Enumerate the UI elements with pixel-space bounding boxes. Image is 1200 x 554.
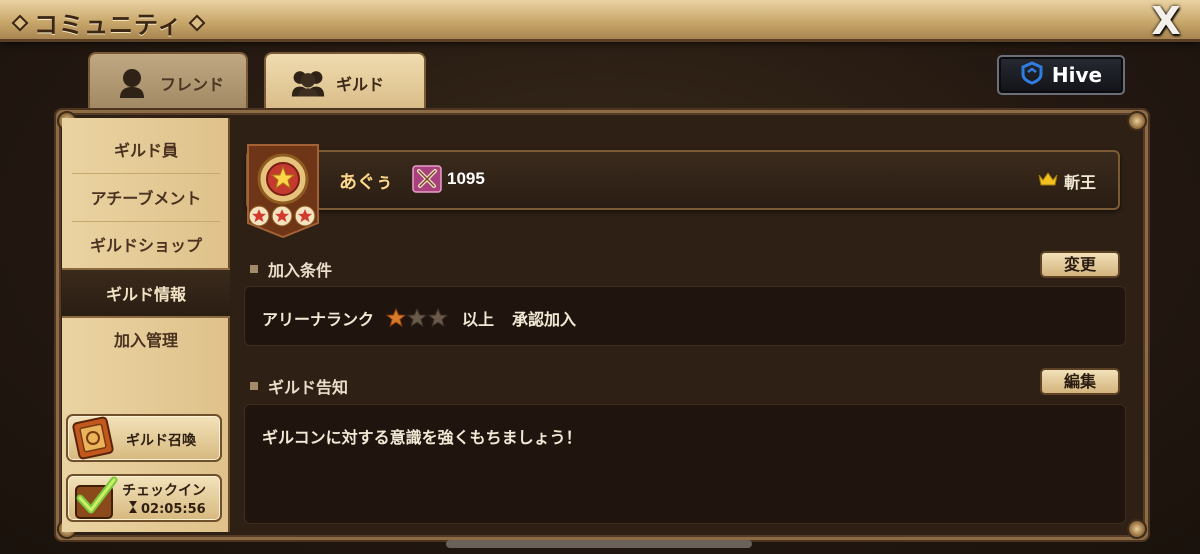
rank-star-empty-icon: [407, 308, 428, 328]
hive-button[interactable]: Hive: [997, 55, 1125, 95]
emblem-stars: [248, 205, 316, 227]
guild-name: あぐぅ: [339, 172, 393, 193]
rank-star-filled-icon: [386, 308, 407, 328]
title-bar: コミュニティ X: [0, 0, 1200, 42]
guild-emblem-star-icon[interactable]: [246, 143, 320, 239]
frame-corner-rivet-icon: [1127, 111, 1147, 131]
title-diamond-icon: [188, 14, 206, 31]
tab-guild[interactable]: ギルド: [264, 52, 426, 112]
tab-friend[interactable]: フレンド: [88, 52, 248, 112]
checkin-timer-value: 02:05:56: [141, 501, 206, 517]
guild-leader-name: 斬王: [1064, 173, 1097, 192]
join-conditions-heading: 加入条件: [250, 257, 332, 281]
guild-summon-button[interactable]: ギルド召喚: [66, 414, 222, 462]
emblem-star-icon: [248, 205, 270, 227]
crossed-swords-icon: [412, 165, 442, 193]
summon-scroll-icon: [70, 412, 120, 464]
window-title-group: コミュニティ: [11, 5, 206, 40]
edit-notice-button[interactable]: 編集: [1040, 368, 1120, 395]
person-icon: [114, 66, 150, 100]
rank-qualifier: 以上: [462, 310, 495, 329]
sidebar-item-guild-info[interactable]: ギルド情報: [62, 268, 230, 318]
arena-rank-label: アリーナランク: [262, 310, 375, 329]
hive-label: Hive: [1051, 63, 1103, 87]
guild-notice-heading: ギルド告知: [250, 374, 348, 398]
guild-notice-heading-label: ギルド告知: [268, 378, 349, 397]
window-title: コミュニティ: [34, 11, 183, 39]
guild-notice-text: ギルコンに対する意識を強くもちましょう！: [262, 428, 582, 447]
tab-guild-label: ギルド: [336, 75, 385, 94]
bullet-square-icon: [250, 265, 258, 273]
sidebar: ギルド員 アチーブメント ギルドショップ ギルド情報 加入管理: [62, 118, 230, 532]
checkmark-icon: [70, 472, 120, 524]
checkin-timer: 02:05:56: [128, 500, 206, 518]
join-conditions-row: アリーナランク 以上 承認加入: [262, 306, 576, 330]
rank-star-empty-icon: [428, 308, 449, 328]
frame-corner-rivet-icon: [1127, 519, 1147, 539]
close-button[interactable]: X: [1146, 2, 1186, 40]
tab-friend-label: フレンド: [160, 75, 225, 94]
sidebar-item-guild-shop[interactable]: ギルドショップ: [62, 221, 230, 267]
checkin-button[interactable]: チェックイン 02:05:56: [66, 474, 222, 522]
approval-type: 承認加入: [512, 310, 577, 329]
sidebar-item-join-management[interactable]: 加入管理: [62, 316, 230, 362]
crown-icon: [1038, 171, 1058, 187]
title-diamond-icon: [11, 14, 29, 31]
arena-rank-stars: [386, 308, 449, 328]
emblem-star-icon: [271, 205, 293, 227]
emblem-star-icon: [294, 205, 316, 227]
sidebar-item-guild-members[interactable]: ギルド員: [62, 126, 230, 172]
join-conditions-heading-label: 加入条件: [268, 261, 333, 280]
change-conditions-button[interactable]: 変更: [1040, 251, 1120, 278]
guild-points: 1095: [447, 169, 485, 188]
sidebar-item-achievements[interactable]: アチーブメント: [62, 174, 230, 220]
hive-shield-icon: [1020, 60, 1044, 90]
bullet-square-icon: [250, 382, 258, 390]
group-icon: [290, 66, 326, 100]
bottom-scroll-handle[interactable]: [446, 540, 752, 548]
guild-summon-label: ギルド召喚: [126, 433, 196, 449]
checkin-label: チェックイン: [122, 483, 206, 499]
hourglass-icon: [128, 500, 138, 518]
guild-notice-box: [244, 404, 1126, 524]
